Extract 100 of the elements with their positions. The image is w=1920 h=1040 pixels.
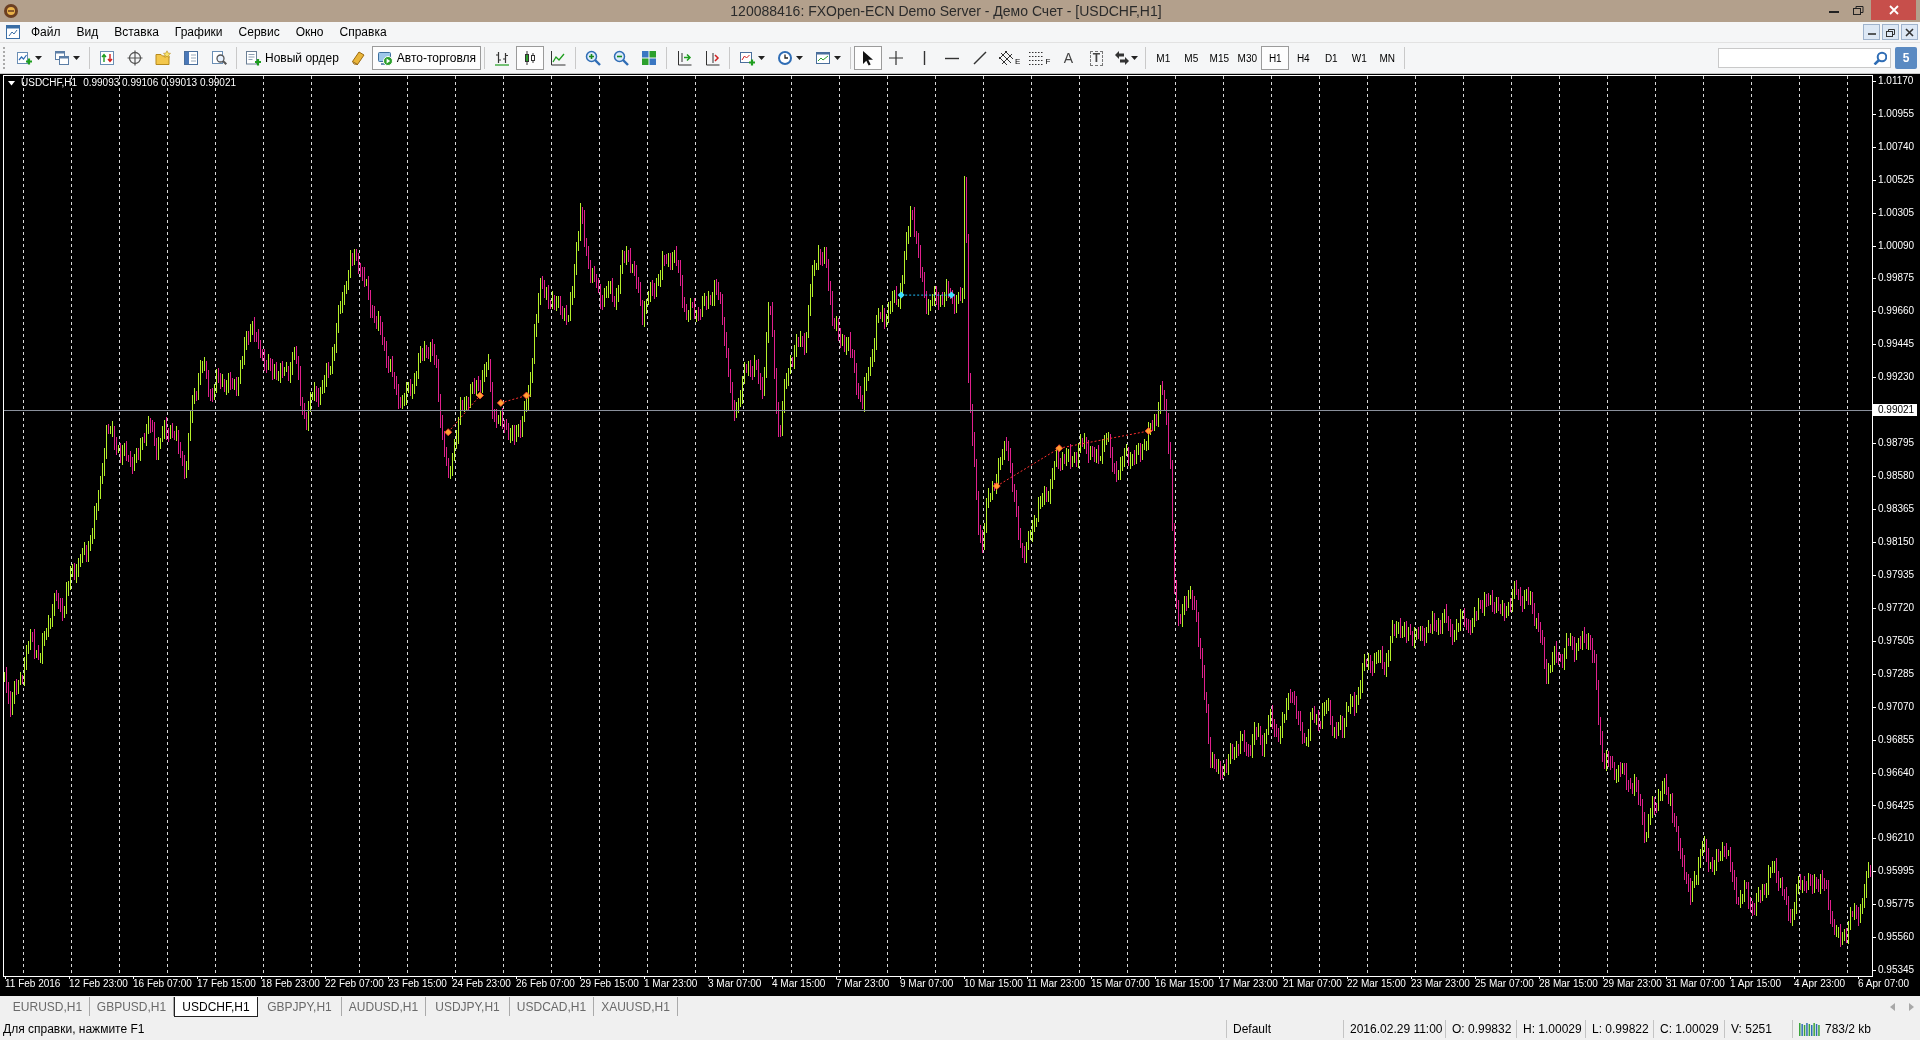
timeframe-button[interactable]: M1 [1149, 46, 1178, 70]
time-axis-label: 1 Apr 15:00 [1730, 978, 1782, 990]
candlestick-chart-button[interactable] [516, 46, 545, 70]
price-axis-label: 0.98150 [1878, 536, 1915, 548]
chart-plus-icon[interactable] [16, 50, 32, 66]
chart-shift-icon[interactable] [704, 50, 721, 66]
time-axis-label: 9 Mar 07:00 [900, 978, 954, 990]
time-axis-label: 11 Feb 2016 [5, 978, 61, 990]
caret-icon[interactable] [796, 56, 804, 60]
windows-icon[interactable] [54, 50, 70, 66]
magnifier-document-icon[interactable] [211, 50, 227, 66]
chart-tab[interactable]: EURUSD,H1 [6, 997, 90, 1016]
search-field[interactable] [1718, 48, 1891, 68]
menu-item[interactable]: Сервис [230, 23, 288, 41]
close-button[interactable] [1901, 24, 1918, 40]
ingot-icon[interactable] [349, 50, 366, 66]
timeframe-button[interactable]: M15 [1205, 46, 1234, 70]
caret-icon[interactable] [1131, 56, 1139, 60]
fibonacci-button[interactable]: F [1024, 46, 1055, 70]
chart-tab[interactable]: XAUUSD,H1 [594, 997, 678, 1016]
zoom-in-icon[interactable] [585, 50, 602, 66]
timeframe-button[interactable]: W1 [1345, 46, 1374, 70]
price-axis-label: 1.00090 [1878, 239, 1915, 252]
trend-line-icon [972, 50, 989, 66]
text-label-button[interactable]: T [1082, 46, 1111, 70]
timeframe-button[interactable]: M5 [1177, 46, 1206, 70]
menu-item[interactable]: Справка [331, 23, 395, 41]
tile-windows-icon[interactable] [641, 50, 658, 66]
price-axis-label: 0.96640 [1878, 766, 1915, 779]
minimize-button[interactable] [1863, 24, 1880, 40]
caret-icon[interactable] [73, 56, 80, 60]
symbol-label: USDCHF,H1 [21, 77, 78, 89]
close-icon [1905, 27, 1914, 37]
caret-icon[interactable] [834, 56, 842, 60]
cursor-button[interactable] [854, 46, 883, 70]
timeframe-button[interactable]: M30 [1233, 46, 1262, 70]
panel-icon[interactable] [183, 50, 199, 66]
menu-item[interactable]: Файл [23, 23, 69, 41]
timeframe-button[interactable]: D1 [1317, 46, 1346, 70]
template-icon[interactable] [815, 50, 832, 66]
chart-tab[interactable]: AUDUSD,H1 [342, 997, 426, 1016]
chart-tab[interactable]: USDJPY,H1 [426, 997, 510, 1016]
menu-item[interactable]: Вид [68, 23, 107, 41]
clock-icon[interactable] [777, 50, 794, 66]
ohlc-values: 0.99093 0.99106 0.99013 0.99021 [83, 77, 237, 89]
time-axis-label: 29 Mar 23:00 [1603, 978, 1662, 990]
price-axis-label: 1.00525 [1878, 173, 1915, 186]
time-axis-label: 21 Mar 07:00 [1283, 978, 1342, 990]
bar-chart-icon [494, 50, 511, 66]
time-axis-label: 23 Feb 15:00 [388, 978, 447, 990]
time-axis-label: 23 Mar 23:00 [1411, 978, 1470, 990]
volume-count: V: 5251 [1724, 1020, 1792, 1038]
bar-time: 2016.02.29 11:00 [1343, 1020, 1445, 1038]
menu-item[interactable]: Вставка [106, 23, 167, 41]
price-axis-label: 0.97935 [1878, 568, 1915, 581]
restore-button[interactable] [1882, 24, 1899, 40]
chart-tab[interactable]: GBPJPY,H1 [258, 997, 342, 1016]
price-axis-label: 1.00955 [1878, 107, 1915, 120]
price-axis-label: 0.97070 [1878, 700, 1915, 713]
time-axis-label: 15 Mar 07:00 [1091, 978, 1150, 990]
text-tool-button[interactable]: A [1054, 46, 1083, 70]
time-axis-label: 4 Apr 23:00 [1794, 978, 1846, 990]
caret-icon[interactable] [8, 80, 15, 86]
traffic-counter: 783/2 kb [1825, 1022, 1872, 1036]
arrows-icon [1114, 50, 1131, 66]
price-axis-label: 0.99230 [1878, 371, 1915, 384]
autotrading-button[interactable]: Авто-торговля [371, 46, 482, 70]
time-axis-label: 24 Feb 23:00 [452, 978, 511, 990]
chart-tab[interactable]: USDCAD,H1 [510, 997, 594, 1016]
timeframe-button[interactable]: MN [1373, 46, 1402, 70]
zoom-out-icon[interactable] [613, 50, 630, 66]
new-order-button[interactable]: Новый ордер [240, 46, 344, 70]
hatched-lines-icon [998, 50, 1015, 66]
restore-icon [1853, 5, 1864, 15]
time-axis-label: 12 Feb 23:00 [69, 978, 128, 990]
horizontal-line-icon [945, 56, 960, 60]
window-title: 120088416: FXOpen-ECN Demo Server - Демо Счет - [USDCHF,H1] [729, 3, 1163, 19]
timeframe-button[interactable]: H1 [1261, 46, 1290, 70]
quote-arrows-icon[interactable] [99, 50, 115, 66]
menu-item[interactable]: Графики [166, 23, 231, 41]
folder-star-icon[interactable] [155, 50, 171, 66]
high-price: H: 1.00029 [1516, 1020, 1585, 1038]
caret-icon[interactable] [35, 56, 42, 60]
chart-tab[interactable]: USDCHF,H1 [174, 997, 258, 1017]
price-axis-label: 0.99660 [1878, 305, 1915, 318]
price-axis-label: 0.95775 [1878, 898, 1915, 911]
help-hint: Для справки, нажмите F1 [2, 1022, 146, 1036]
caret-icon[interactable] [758, 56, 766, 60]
timeframe-button[interactable]: H4 [1289, 46, 1318, 70]
channel-button[interactable]: E [994, 46, 1025, 70]
price-axis-label: 0.98580 [1878, 470, 1915, 483]
auto-scroll-icon[interactable] [676, 50, 693, 66]
close-price: C: 1.00029 [1653, 1020, 1724, 1038]
time-axis-label: 11 Mar 23:00 [1027, 978, 1086, 990]
price-axis-label: 0.96855 [1878, 733, 1915, 746]
chart-window-icon[interactable] [5, 24, 21, 40]
target-icon[interactable] [127, 50, 143, 66]
window-plus-icon[interactable] [739, 50, 756, 66]
menu-item[interactable]: Окно [287, 23, 332, 41]
messages-button[interactable]: 5 [1895, 47, 1917, 69]
